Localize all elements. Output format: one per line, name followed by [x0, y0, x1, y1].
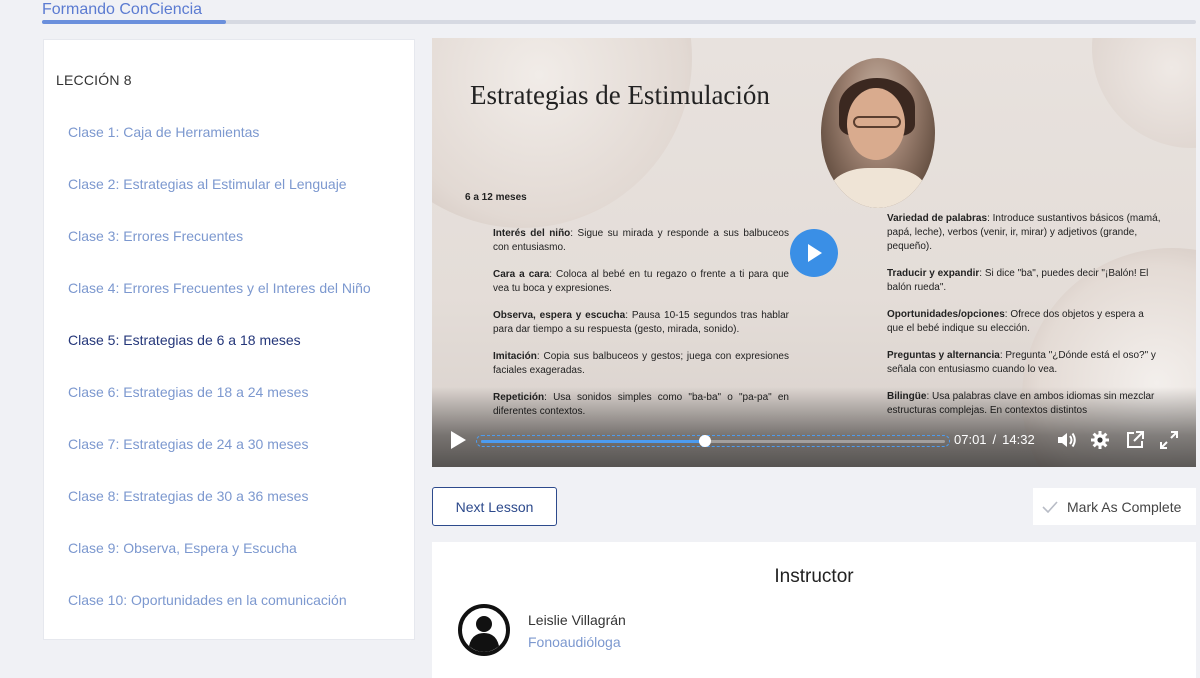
play-button[interactable] — [449, 430, 467, 455]
slide-paragraph-heading: Oportunidades/opciones — [887, 309, 1005, 320]
slide-paragraph: Imitación: Copia sus balbuceos y gestos;… — [493, 350, 789, 378]
mark-complete-label: Mark As Complete — [1067, 498, 1182, 515]
instructor-role: Fonoaudióloga — [528, 634, 621, 650]
popout-button[interactable] — [1126, 431, 1144, 454]
fullscreen-icon — [1160, 431, 1178, 449]
progress-bar[interactable] — [476, 435, 950, 447]
slide-title: Estrategias de Estimulación — [470, 80, 770, 110]
progress-handle[interactable] — [698, 435, 711, 447]
slide-paragraph-text: : Copia sus balbuceos y gestos; juega co… — [493, 351, 789, 376]
instructor-name: Leislie Villagrán — [528, 612, 626, 628]
sidebar-class-item[interactable]: Clase 7: Estrategias de 24 a 30 meses — [68, 432, 371, 484]
active-tab-underline — [42, 20, 226, 24]
slide-paragraph-heading: Preguntas y alternancia — [887, 350, 1000, 361]
slide-paragraph-heading: Observa, espera y escucha — [493, 310, 626, 321]
sidebar-class-item[interactable]: Clase 9: Observa, Espera y Escucha — [68, 536, 371, 588]
current-time: 07:01 — [954, 432, 987, 447]
controls-overlay — [432, 387, 1196, 467]
slide-paragraph-heading: Imitación — [493, 351, 537, 362]
user-avatar-icon — [458, 604, 510, 656]
sidebar-class-item[interactable]: Clase 1: Caja de Herramientas — [68, 120, 371, 172]
instructor-card: Instructor Leislie Villagrán Fonoaudiólo… — [432, 542, 1196, 678]
slide-paragraph: Traducir y expandir: Si dice "ba", puede… — [887, 267, 1162, 295]
video-player[interactable]: Estrategias de Estimulación 6 a 12 meses… — [432, 38, 1196, 467]
settings-button[interactable] — [1091, 431, 1109, 454]
progress-fill — [481, 440, 705, 443]
class-list: Clase 1: Caja de Herramientas Clase 2: Es… — [68, 120, 371, 640]
slide-paragraph: Observa, espera y escucha: Pausa 10-15 s… — [493, 309, 789, 337]
play-icon — [451, 431, 466, 449]
sidebar-class-item[interactable]: Clase 3: Errores Frecuentes — [68, 224, 371, 276]
volume-button[interactable] — [1057, 431, 1077, 454]
sidebar-class-item[interactable]: Clase 5: Estrategias de 6 a 18 meses — [68, 328, 371, 380]
slide-paragraph: Variedad de palabras: Introduce sustanti… — [887, 212, 1162, 254]
time-separator: / — [992, 432, 997, 447]
slide-paragraph: Interés del niño: Sigue su mirada y resp… — [493, 227, 789, 255]
slide-paragraph: Preguntas y alternancia: Pregunta "¿Dónd… — [887, 349, 1162, 377]
time-display: 07:01 / 14:32 — [954, 432, 1035, 447]
mark-complete-button[interactable]: Mark As Complete — [1033, 488, 1196, 525]
center-play-button[interactable] — [790, 229, 838, 277]
sidebar-class-item[interactable]: Clase 2: Estrategias al Estimular el Len… — [68, 172, 371, 224]
slide-paragraph-heading: Interés del niño — [493, 228, 571, 239]
volume-icon — [1058, 432, 1076, 448]
slide-paragraph-heading: Traducir y expandir — [887, 268, 980, 279]
popout-icon — [1127, 431, 1144, 448]
sidebar-class-item[interactable]: Clase 8: Estrategias de 30 a 36 meses — [68, 484, 371, 536]
play-icon — [808, 244, 822, 262]
avatar — [458, 604, 510, 656]
sidebar-class-item[interactable]: Clase 6: Estrategias de 18 a 24 meses — [68, 380, 371, 432]
slide-paragraph: Oportunidades/opciones: Ofrece dos objet… — [887, 308, 1162, 336]
instructor-heading: Instructor — [774, 566, 854, 587]
duration: 14:32 — [1002, 432, 1035, 447]
sidebar-class-item[interactable]: Clase 10: Oportunidades en la comunicaci… — [68, 588, 371, 640]
gear-icon — [1091, 431, 1109, 449]
slide-paragraph-heading: Cara a cara — [493, 269, 550, 280]
slide-paragraph: Cara a cara: Coloca al bebé en tu regazo… — [493, 268, 789, 296]
course-title-tab[interactable]: Formando ConCiencia — [42, 0, 202, 20]
background-plate — [1092, 38, 1196, 148]
slide-age-range: 6 a 12 meses — [465, 192, 527, 203]
fullscreen-button[interactable] — [1160, 431, 1178, 454]
presenter-webcam — [821, 58, 935, 208]
sidebar-class-item[interactable]: Clase 4: Errores Frecuentes y el Interes… — [68, 276, 371, 328]
slide-paragraph-heading: Variedad de palabras — [887, 213, 988, 224]
lesson-sidebar: LECCIÓN 8 Clase 1: Caja de Herramientas C… — [43, 39, 415, 640]
next-lesson-button[interactable]: Next Lesson — [432, 487, 557, 526]
check-icon — [1042, 500, 1058, 513]
lesson-title: LECCIÓN 8 — [56, 72, 132, 88]
